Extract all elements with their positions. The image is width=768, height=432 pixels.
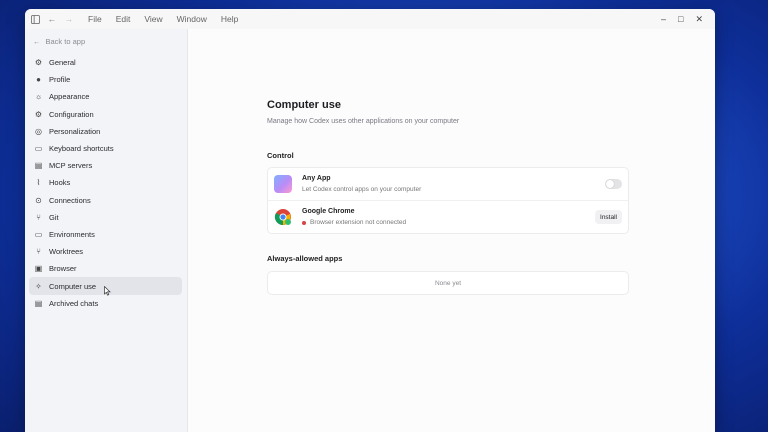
chrome-title: Google Chrome	[302, 208, 355, 215]
sidebar-item-label: Worktrees	[49, 247, 84, 257]
sidebar-item-label: Hooks	[49, 178, 71, 188]
chrome-status-text: Browser extension not connected	[310, 219, 407, 226]
link-icon: ⊙	[35, 195, 42, 205]
sidebar-item-label: Profile	[49, 75, 71, 85]
window-controls: – □ ✕	[661, 14, 703, 25]
sidebar-item-hooks[interactable]: ⌇ Hooks	[29, 174, 182, 191]
sidebar-item-environments[interactable]: ▭ Environments	[29, 226, 182, 243]
close-icon[interactable]: ✕	[695, 14, 703, 25]
sidebar-item-label: Keyboard shortcuts	[49, 144, 114, 154]
sidebar-item-label: MCP servers	[49, 161, 93, 171]
back-to-app-label: Back to app	[45, 37, 86, 46]
sidebar-item-git[interactable]: ⑂ Git	[29, 209, 182, 226]
sliders-icon: ◎	[35, 126, 42, 136]
settings-icon: ⚙	[34, 109, 43, 119]
maximize-icon[interactable]: □	[678, 14, 683, 25]
sidebar-item-keyboard-shortcuts[interactable]: ▭ Keyboard shortcuts	[29, 140, 182, 157]
minimize-icon[interactable]: –	[661, 14, 666, 25]
sidebar-item-general[interactable]: ⚙ General	[29, 54, 182, 71]
menu-view[interactable]: View	[144, 14, 162, 24]
always-allowed-empty: None yet	[267, 271, 629, 295]
page-title: Computer use	[267, 99, 341, 111]
sidebar-item-profile[interactable]: ● Profile	[29, 71, 182, 88]
sidebar-item-label: Configuration	[49, 109, 94, 119]
sun-icon: ☼	[34, 92, 43, 102]
tree-icon: ⑂	[36, 247, 41, 257]
settings-sidebar: ← Back to app ⚙ General ● Profile ☼ Appe…	[25, 29, 188, 432]
sidebar-item-browser[interactable]: ▣ Browser	[29, 260, 182, 277]
any-app-description: Let Codex control apps on your computer	[302, 186, 422, 193]
chrome-status: Browser extension not connected	[302, 219, 406, 226]
install-button[interactable]: Install	[595, 210, 622, 224]
user-icon: ●	[36, 75, 41, 85]
chrome-icon	[274, 208, 292, 226]
title-bar: ← → File Edit View Window Help – □ ✕	[25, 9, 715, 29]
hook-icon: ⌇	[36, 178, 41, 188]
sidebar-item-label: Personalization	[49, 126, 101, 136]
sidebar-item-connections[interactable]: ⊙ Connections	[29, 192, 182, 209]
sidebar-item-mcp-servers[interactable]: ▤ MCP servers	[29, 157, 182, 174]
sidebar-item-label: Connections	[49, 195, 91, 205]
monitor-icon: ▭	[34, 229, 43, 239]
menu-window[interactable]: Window	[177, 14, 207, 24]
archive-icon: ▤	[34, 298, 43, 308]
branch-icon: ⑂	[36, 212, 41, 222]
sidebar-item-label: Browser	[49, 264, 77, 274]
sidebar-item-label: Computer use	[49, 281, 97, 291]
menu-bar: File Edit View Window Help	[88, 14, 238, 24]
sidebar-item-appearance[interactable]: ☼ Appearance	[29, 88, 182, 105]
app-window: ← → File Edit View Window Help – □ ✕ ← B…	[25, 9, 715, 432]
always-allowed-heading: Always-allowed apps	[267, 254, 343, 263]
menu-edit[interactable]: Edit	[116, 14, 131, 24]
status-dot	[302, 220, 306, 225]
server-icon: ▤	[34, 161, 43, 171]
any-app-toggle[interactable]	[605, 179, 622, 189]
computer-use-panel: Computer use Manage how Codex uses other…	[267, 99, 629, 295]
menu-help[interactable]: Help	[221, 14, 238, 24]
sidebar-item-personalization[interactable]: ◎ Personalization	[29, 123, 182, 140]
sidebar-item-label: Git	[49, 212, 59, 222]
cursor-sparkle-icon: ✧	[35, 281, 42, 291]
sidebar-item-configuration[interactable]: ⚙ Configuration	[29, 106, 182, 123]
forward-arrow-icon[interactable]: →	[62, 12, 76, 26]
control-heading: Control	[267, 151, 294, 160]
settings-main: Computer use Manage how Codex uses other…	[188, 29, 715, 432]
menu-file[interactable]: File	[88, 14, 102, 24]
sidebar-toggle-icon[interactable]	[28, 12, 42, 26]
page-subtitle: Manage how Codex uses other applications…	[267, 118, 460, 125]
back-arrow-icon[interactable]: ←	[45, 12, 59, 26]
sidebar-item-worktrees[interactable]: ⑂ Worktrees	[29, 243, 182, 260]
back-to-app-link[interactable]: ← Back to app	[33, 37, 85, 46]
list-item-google-chrome: Google Chrome Browser extension not conn…	[268, 200, 628, 233]
control-card: Any App Let Codex control apps on your c…	[267, 167, 629, 234]
list-item-any-app: Any App Let Codex control apps on your c…	[268, 168, 628, 200]
browser-icon: ▣	[34, 264, 43, 274]
any-app-icon	[274, 175, 292, 193]
sidebar-item-label: Environments	[49, 229, 95, 239]
settings-nav: ⚙ General ● Profile ☼ Appearance ⚙ Confi…	[29, 54, 182, 312]
gear-icon: ⚙	[34, 58, 43, 68]
mouse-cursor-icon	[104, 285, 111, 298]
sidebar-item-label: General	[49, 58, 76, 68]
sidebar-item-label: Archived chats	[49, 298, 99, 308]
back-arrow-icon: ←	[33, 37, 41, 46]
any-app-title: Any App	[302, 175, 331, 182]
keyboard-icon: ▭	[34, 144, 43, 154]
sidebar-item-label: Appearance	[49, 92, 90, 102]
